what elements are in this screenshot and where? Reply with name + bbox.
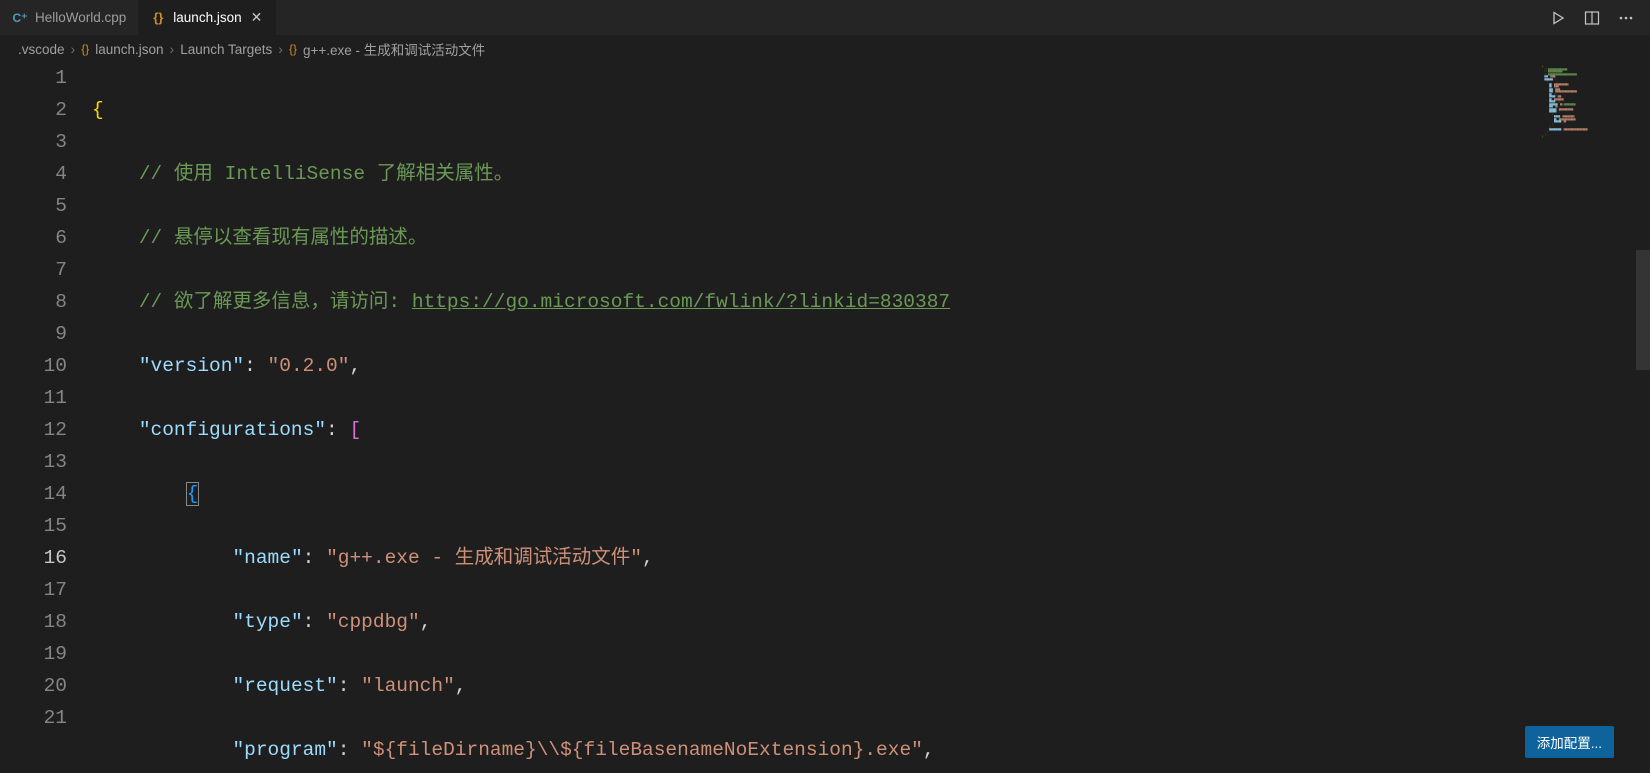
json-icon: {}	[289, 42, 297, 56]
breadcrumb-item[interactable]: launch.json	[95, 42, 163, 57]
close-icon[interactable]: ✕	[249, 9, 265, 26]
breadcrumb-sep: ›	[71, 41, 76, 57]
editor: 123456789101112131415161718192021 { // 使…	[0, 62, 1650, 773]
line-number-gutter[interactable]: 123456789101112131415161718192021	[0, 62, 92, 773]
more-icon[interactable]	[1612, 4, 1640, 32]
tab-launch-json[interactable]: {} launch.json ✕	[138, 0, 276, 36]
breadcrumb-item[interactable]: g++.exe - 生成和调试活动文件	[303, 39, 485, 59]
run-icon[interactable]	[1544, 4, 1572, 32]
code-area[interactable]: { // 使用 IntelliSense 了解相关属性。 // 悬停以查看现有属…	[92, 62, 1650, 773]
tab-label: HelloWorld.cpp	[35, 10, 126, 25]
tab-label: launch.json	[173, 10, 241, 25]
editor-actions	[1544, 4, 1650, 32]
minimap[interactable]: { // ████████████████ // ████████████ //…	[1536, 62, 1636, 773]
json-icon: {}	[150, 10, 166, 26]
tab-helloworld[interactable]: C⁺ HelloWorld.cpp	[0, 0, 138, 36]
add-configuration-button[interactable]: 添加配置...	[1525, 726, 1614, 758]
cpp-icon: C⁺	[12, 10, 28, 26]
breadcrumb-sep: ›	[278, 41, 283, 57]
json-icon: {}	[81, 42, 89, 56]
scroll-thumb[interactable]	[1636, 250, 1650, 370]
split-editor-icon[interactable]	[1578, 4, 1606, 32]
breadcrumb[interactable]: .vscode › {} launch.json › Launch Target…	[0, 36, 1650, 62]
breadcrumb-item[interactable]: Launch Targets	[180, 42, 272, 57]
breadcrumb-sep: ›	[170, 41, 175, 57]
tab-bar: C⁺ HelloWorld.cpp {} launch.json ✕	[0, 0, 1650, 36]
breadcrumb-item[interactable]: .vscode	[18, 42, 65, 57]
scrollbar[interactable]	[1636, 62, 1650, 773]
